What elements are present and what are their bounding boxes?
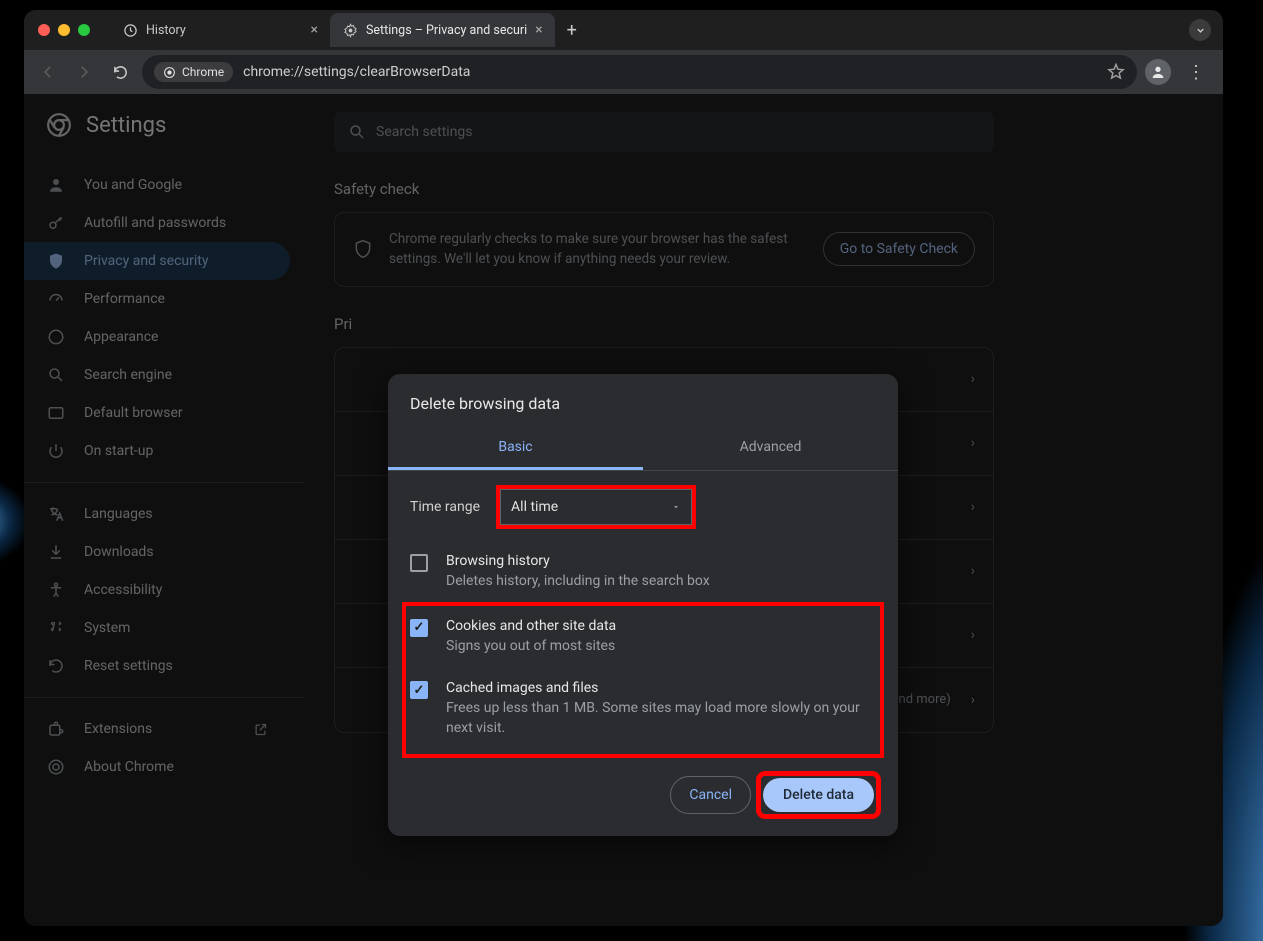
section-privacy: Pri xyxy=(334,315,1223,333)
page-content: Settings You and Google Autofill and pas… xyxy=(24,94,1223,926)
chevron-right-icon: › xyxy=(971,627,975,643)
settings-sidebar: You and Google Autofill and passwords Pr… xyxy=(24,94,304,926)
tab-title: Settings – Privacy and securi xyxy=(366,23,527,38)
chevron-right-icon: › xyxy=(971,435,975,451)
sidebar-item-languages[interactable]: Languages xyxy=(24,495,290,533)
search-icon xyxy=(348,123,366,141)
chrome-icon xyxy=(163,66,176,79)
key-icon xyxy=(46,214,66,232)
checkbox-cookies[interactable] xyxy=(410,619,428,637)
sidebar-item-about[interactable]: About Chrome xyxy=(24,748,290,786)
search-icon xyxy=(46,366,66,384)
address-bar[interactable]: Chrome chrome://settings/clearBrowserDat… xyxy=(142,55,1137,89)
time-range-label: Time range xyxy=(410,499,480,515)
browser-window: History × Settings – Privacy and securi … xyxy=(24,10,1223,926)
history-icon xyxy=(122,22,138,38)
highlighted-options: Cookies and other site data Signs you ou… xyxy=(406,606,880,755)
sidebar-item-search-engine[interactable]: Search engine xyxy=(24,356,290,394)
tab-advanced[interactable]: Advanced xyxy=(643,427,898,470)
dialog-actions: Cancel Delete data xyxy=(388,754,898,836)
divider xyxy=(24,482,304,483)
cancel-button[interactable]: Cancel xyxy=(670,776,751,814)
system-icon xyxy=(46,619,66,637)
new-tab-button[interactable]: + xyxy=(555,20,589,41)
sidebar-item-appearance[interactable]: Appearance xyxy=(24,318,290,356)
sidebar-item-accessibility[interactable]: Accessibility xyxy=(24,571,290,609)
delete-browsing-data-dialog: Delete browsing data Basic Advanced Time… xyxy=(388,374,898,836)
browser-menu-button[interactable]: ⋮ xyxy=(1179,62,1213,83)
sidebar-item-privacy[interactable]: Privacy and security xyxy=(24,242,290,280)
time-range-row: Time range All time xyxy=(410,489,876,525)
option-cookies: Cookies and other site data Signs you ou… xyxy=(410,608,876,671)
safety-check-text: Chrome regularly checks to make sure you… xyxy=(389,229,807,270)
tab-basic[interactable]: Basic xyxy=(388,427,643,470)
back-button[interactable] xyxy=(34,58,62,86)
bookmark-icon[interactable] xyxy=(1107,63,1125,81)
gear-icon xyxy=(342,22,358,38)
time-range-select[interactable]: All time xyxy=(500,489,692,525)
chevron-right-icon: › xyxy=(971,371,975,387)
sidebar-item-downloads[interactable]: Downloads xyxy=(24,533,290,571)
person-icon xyxy=(46,176,66,194)
chevron-right-icon: › xyxy=(971,563,975,579)
reset-icon xyxy=(46,657,66,675)
option-browsing-history: Browsing history Deletes history, includ… xyxy=(410,543,876,606)
chevron-right-icon: › xyxy=(971,499,975,515)
download-icon xyxy=(46,543,66,561)
delete-data-button[interactable]: Delete data xyxy=(763,778,874,812)
sidebar-item-startup[interactable]: On start-up xyxy=(24,432,290,470)
section-safety-check: Safety check xyxy=(334,180,1223,198)
sidebar-item-extensions[interactable]: Extensions xyxy=(24,710,290,748)
sidebar-item-system[interactable]: System xyxy=(24,609,290,647)
external-link-icon xyxy=(253,722,268,737)
chrome-icon xyxy=(46,758,66,776)
close-tab-icon[interactable]: × xyxy=(311,22,318,38)
power-icon xyxy=(46,442,66,460)
browser-toolbar: Chrome chrome://settings/clearBrowserDat… xyxy=(24,50,1223,94)
divider xyxy=(24,697,304,698)
delete-data-highlight: Delete data xyxy=(761,776,876,814)
sidebar-item-you-and-google[interactable]: You and Google xyxy=(24,166,290,204)
tab-settings[interactable]: Settings – Privacy and securi × xyxy=(330,13,555,47)
browser-icon xyxy=(46,404,66,422)
sidebar-item-reset[interactable]: Reset settings xyxy=(24,647,290,685)
safety-check-card: Chrome regularly checks to make sure you… xyxy=(334,212,994,287)
dropdown-icon xyxy=(671,502,681,512)
palette-icon xyxy=(46,328,66,346)
close-tab-icon[interactable]: × xyxy=(535,22,542,38)
maximize-window-button[interactable] xyxy=(78,24,90,36)
site-chip[interactable]: Chrome xyxy=(154,62,233,82)
reload-button[interactable] xyxy=(106,58,134,86)
extension-icon xyxy=(46,720,66,738)
profile-button[interactable] xyxy=(1145,59,1171,85)
search-settings-input[interactable]: Search settings xyxy=(334,112,994,152)
dialog-title: Delete browsing data xyxy=(388,394,898,427)
tab-history[interactable]: History × xyxy=(110,13,330,47)
tab-title: History xyxy=(146,23,303,38)
url-text: chrome://settings/clearBrowserData xyxy=(243,64,1097,80)
close-window-button[interactable] xyxy=(38,24,50,36)
sidebar-item-default-browser[interactable]: Default browser xyxy=(24,394,290,432)
sidebar-item-performance[interactable]: Performance xyxy=(24,280,290,318)
forward-button[interactable] xyxy=(70,58,98,86)
speedometer-icon xyxy=(46,290,66,308)
dialog-tabs: Basic Advanced xyxy=(388,427,898,471)
shield-icon xyxy=(353,239,373,259)
tab-strip: History × Settings – Privacy and securi … xyxy=(110,10,1223,50)
minimize-window-button[interactable] xyxy=(58,24,70,36)
chevron-right-icon: › xyxy=(971,692,975,708)
language-icon xyxy=(46,505,66,523)
option-cache: Cached images and files Frees up less th… xyxy=(410,670,876,752)
go-to-safety-check-button[interactable]: Go to Safety Check xyxy=(823,232,975,266)
checkbox-cache[interactable] xyxy=(410,681,428,699)
accessibility-icon xyxy=(46,581,66,599)
shield-icon xyxy=(46,252,66,270)
title-bar: History × Settings – Privacy and securi … xyxy=(24,10,1223,50)
checkbox-browsing-history[interactable] xyxy=(410,554,428,572)
window-controls xyxy=(38,24,110,36)
tab-list-button[interactable] xyxy=(1189,19,1211,41)
sidebar-item-autofill[interactable]: Autofill and passwords xyxy=(24,204,290,242)
